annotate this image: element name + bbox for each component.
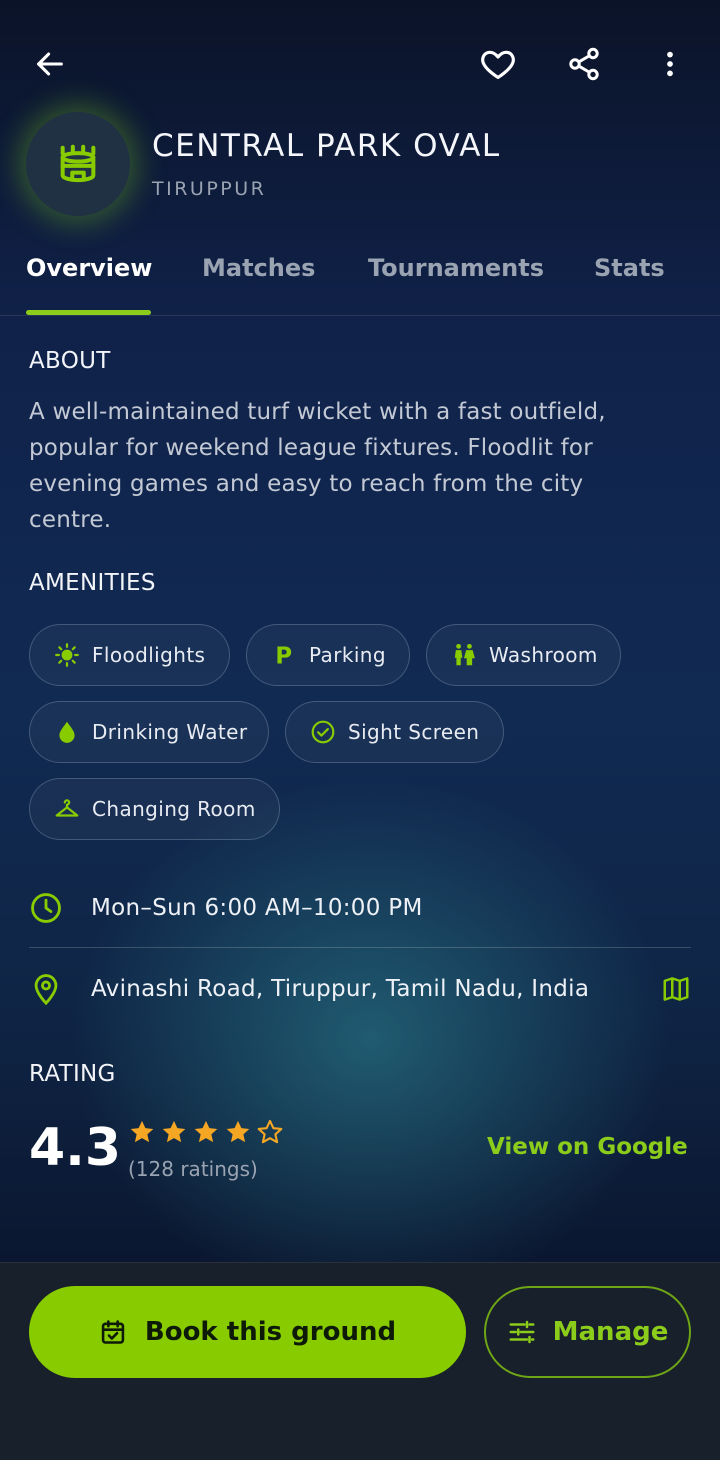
amenity-label: Floodlights <box>92 643 206 667</box>
water-drop-icon <box>54 719 80 745</box>
favorite-button[interactable] <box>474 40 522 88</box>
restroom-icon <box>451 642 477 668</box>
amenity-label: Drinking Water <box>92 720 248 744</box>
rating-count: (128 ratings) <box>128 1157 258 1181</box>
manage-button-label: Manage <box>552 1317 669 1347</box>
tab-overview[interactable]: Overview <box>26 254 152 282</box>
star-filled-icon <box>194 1120 218 1143</box>
rating-heading: RATING <box>29 1061 116 1087</box>
view-on-google-link[interactable]: View on Google <box>487 1134 688 1160</box>
star-empty-icon <box>257 1119 283 1144</box>
amenity-chip-washroom: Washroom <box>426 624 621 686</box>
amenity-chip-parking: P Parking <box>246 624 410 686</box>
calendar-check-icon <box>99 1318 127 1346</box>
star-filled-icon <box>226 1120 250 1143</box>
manage-button[interactable]: Manage <box>484 1286 691 1378</box>
ground-name: CENTRAL PARK OVAL <box>152 128 501 164</box>
top-app-bar <box>0 0 720 120</box>
more-vertical-icon <box>667 51 673 77</box>
open-map-button[interactable] <box>661 974 691 1004</box>
hanger-icon <box>54 796 80 822</box>
about-text: A well-maintained turf wicket with a fas… <box>29 399 606 533</box>
heart-icon <box>481 50 515 80</box>
amenity-label: Parking <box>309 643 386 667</box>
amenity-label: Changing Room <box>92 797 256 821</box>
active-tab-indicator <box>26 310 151 315</box>
bottom-action-bar: Book this ground Manage <box>0 1262 720 1460</box>
star-filled-icon <box>162 1120 186 1143</box>
sliders-icon <box>507 1317 537 1347</box>
location-text: Avinashi Road, Tiruppur, Tamil Nadu, Ind… <box>91 976 590 1002</box>
parking-icon: P <box>271 642 297 668</box>
stadium-icon <box>60 144 96 183</box>
ground-avatar <box>26 112 130 216</box>
svg-text:P: P <box>275 644 292 668</box>
about-heading: ABOUT <box>29 348 111 374</box>
rating-stars <box>128 1118 284 1146</box>
amenity-chip-changing-room: Changing Room <box>29 778 280 840</box>
divider <box>29 947 691 948</box>
sun-icon <box>54 642 80 668</box>
book-button-label: Book this ground <box>144 1317 397 1347</box>
amenity-label: Sight Screen <box>348 720 480 744</box>
share-icon <box>569 47 599 81</box>
check-circle-icon <box>310 719 336 745</box>
tab-matches[interactable]: Matches <box>202 254 315 282</box>
back-arrow-icon <box>37 52 63 76</box>
ground-city: TIRUPPUR <box>152 178 267 200</box>
amenity-chip-drinking-water: Drinking Water <box>29 701 269 763</box>
rating-value: 4.3 <box>29 1118 122 1178</box>
amenities-heading: AMENITIES <box>29 570 156 596</box>
back-button[interactable] <box>26 40 74 88</box>
clock-icon <box>31 893 61 923</box>
share-button[interactable] <box>560 40 608 88</box>
map-icon <box>663 977 689 1001</box>
tab-tournaments[interactable]: Tournaments <box>368 254 544 282</box>
amenity-chip-sight-screen: Sight Screen <box>285 701 504 763</box>
star-filled-icon <box>130 1120 154 1143</box>
amenity-chip-floodlights: Floodlights <box>29 624 230 686</box>
tab-bar: Overview Matches Tournaments Stats <box>0 240 720 316</box>
hours-row: Mon–Sun 6:00 AM–10:00 PM <box>29 878 691 938</box>
hours-text: Mon–Sun 6:00 AM–10:00 PM <box>91 895 423 921</box>
amenity-label: Washroom <box>489 643 598 667</box>
tab-stats[interactable]: Stats <box>594 254 665 282</box>
ground-header: CENTRAL PARK OVAL TIRUPPUR <box>0 104 720 224</box>
location-row[interactable]: Avinashi Road, Tiruppur, Tamil Nadu, Ind… <box>29 959 691 1019</box>
more-options-button[interactable] <box>646 40 694 88</box>
book-ground-button[interactable]: Book this ground <box>29 1286 466 1378</box>
pin-icon <box>34 974 58 1006</box>
